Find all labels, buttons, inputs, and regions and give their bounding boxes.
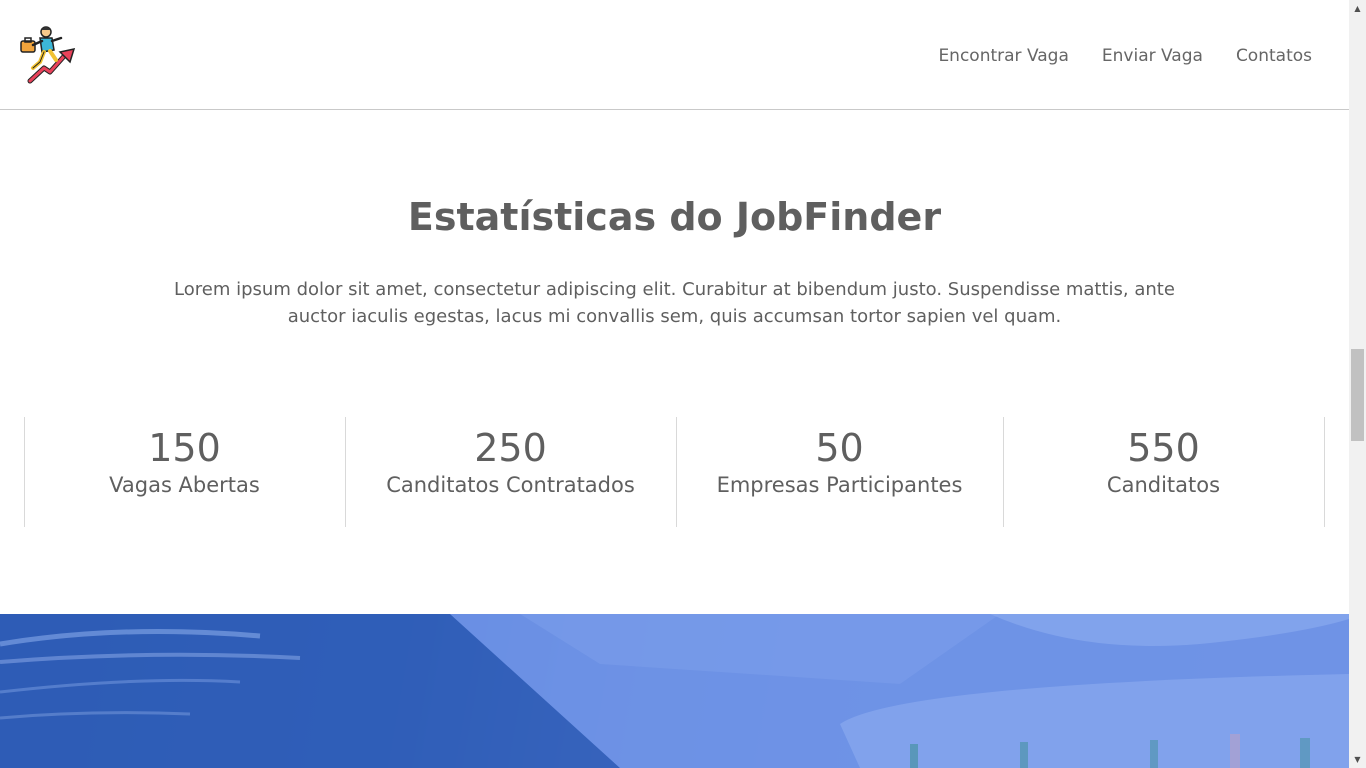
stats-row: 150 Vagas Abertas 250 Canditatos Contrat… <box>24 417 1325 527</box>
main-nav: Encontrar Vaga Enviar Vaga Contatos <box>938 44 1312 68</box>
hero-background-image <box>0 614 1349 768</box>
page: Encontrar Vaga Enviar Vaga Contatos Esta… <box>0 0 1366 768</box>
stat-label: Canditatos <box>1106 473 1221 497</box>
stat-divider <box>1324 417 1325 527</box>
stat-value: 250 <box>474 426 547 470</box>
stat-value: 50 <box>815 426 864 470</box>
stat-canditatos-contratados: 250 Canditatos Contratados <box>345 417 676 527</box>
stat-label: Canditatos Contratados <box>386 473 635 497</box>
stat-vagas-abertas: 150 Vagas Abertas <box>24 417 345 527</box>
logo[interactable] <box>18 24 76 84</box>
hero-image-banner <box>0 614 1349 768</box>
nav-enviar-vaga[interactable]: Enviar Vaga <box>1102 44 1203 68</box>
job-climber-logo-icon <box>20 26 76 84</box>
stat-empresas-participantes: 50 Empresas Participantes <box>676 417 1003 527</box>
scrollbar-thumb[interactable] <box>1351 349 1364 441</box>
page-content: Encontrar Vaga Enviar Vaga Contatos Esta… <box>0 0 1349 768</box>
nav-encontrar-vaga[interactable]: Encontrar Vaga <box>938 44 1068 68</box>
stat-value: 550 <box>1127 426 1200 470</box>
section-title: Estatísticas do JobFinder <box>407 195 942 239</box>
stat-canditatos: 550 Canditatos <box>1003 417 1324 527</box>
stat-value: 150 <box>148 426 221 470</box>
scroll-down-arrow-icon[interactable]: ▼ <box>1349 751 1366 768</box>
stat-label: Vagas Abertas <box>109 473 260 497</box>
scroll-up-arrow-icon[interactable]: ▲ <box>1349 0 1366 17</box>
vertical-scrollbar[interactable]: ▲ ▼ <box>1349 0 1366 768</box>
site-header: Encontrar Vaga Enviar Vaga Contatos <box>0 0 1349 110</box>
stat-label: Empresas Participantes <box>716 473 963 497</box>
nav-contatos[interactable]: Contatos <box>1236 44 1312 68</box>
section-description: Lorem ipsum dolor sit amet, consectetur … <box>174 279 1175 327</box>
